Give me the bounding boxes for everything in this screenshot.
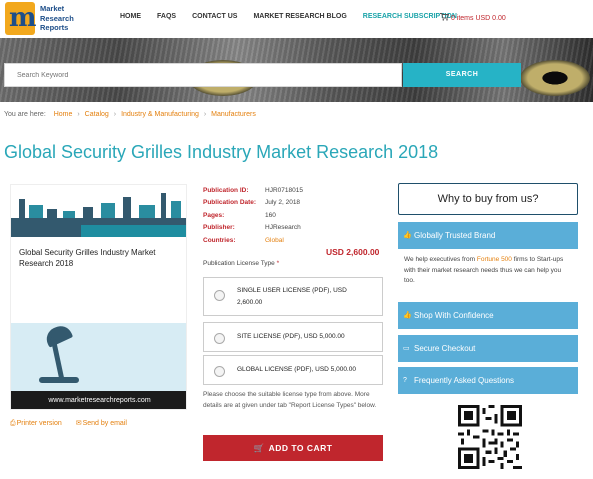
main-nav: HOME FAQS CONTACT US MARKET RESEARCH BLO… — [120, 13, 473, 20]
why-buy-heading: Why to buy from us? — [398, 183, 578, 215]
qr-code-icon — [458, 405, 522, 469]
license-option-global[interactable]: GLOBAL LICENSE (PDF), USD 5,000.00 — [203, 355, 383, 385]
breadcrumb-catalog[interactable]: Catalog — [85, 111, 109, 118]
cart-link[interactable]: 0 items USD 0.00 — [440, 13, 506, 22]
cart-summary: 0 items USD 0.00 — [450, 15, 506, 22]
image-links: ⎙Printer version ✉Send by email — [10, 419, 139, 428]
cover-title: Global Security Grilles Industry Market … — [19, 248, 156, 268]
logo-mark-icon: m — [5, 2, 37, 35]
nav-faqs[interactable]: FAQS — [157, 13, 176, 20]
nav-blog[interactable]: MARKET RESEARCH BLOG — [253, 13, 346, 20]
license-option-single[interactable]: SINGLE USER LICENSE (PDF), USD 2,600.00 — [203, 277, 383, 316]
search-button[interactable]: SEARCH — [403, 63, 521, 87]
publication-date: July 2, 2018 — [265, 199, 301, 207]
thumbs-up-icon: 👍 — [403, 312, 412, 319]
breadcrumb-prefix: You are here: — [4, 111, 46, 118]
cat-eye-right — [520, 60, 590, 96]
credit-card-icon: ▭ — [403, 345, 410, 352]
countries-link[interactable]: Global — [265, 235, 284, 247]
breadcrumb-industry[interactable]: Industry & Manufacturing — [121, 111, 199, 118]
email-icon: ✉ — [75, 420, 82, 427]
add-to-cart-button[interactable]: 🛒 ADD TO CART — [203, 435, 383, 461]
page-title: Global Security Grilles Industry Market … — [4, 142, 439, 162]
license-note: Please choose the suitable license type … — [203, 391, 377, 409]
question-icon: ? — [403, 377, 407, 384]
license-option-site[interactable]: SITE LICENSE (PDF), USD 5,000.00 — [203, 322, 383, 352]
license-type-label: Publication License Type * — [203, 260, 280, 267]
search-input[interactable] — [4, 63, 402, 87]
price: USD 2,600.00 — [326, 247, 380, 257]
pages-count: 160 — [265, 211, 276, 219]
publication-meta: Publication ID: HJR0718015 Publication Da… — [203, 185, 303, 247]
trusted-brand-text: We help executives from Fortune 500 firm… — [398, 249, 578, 302]
radio-site[interactable] — [214, 333, 225, 344]
site-logo[interactable]: m Market Research Reports — [5, 2, 75, 35]
top-bar: m Market Research Reports HOME FAQS CONT… — [0, 0, 593, 38]
nav-home[interactable]: HOME — [120, 13, 141, 20]
printer-icon: ⎙ — [10, 420, 16, 427]
secure-checkout-header[interactable]: ▭ Secure Checkout — [398, 335, 578, 362]
printer-version-link[interactable]: ⎙Printer version — [10, 420, 70, 427]
shop-confidence-header[interactable]: 👍 Shop With Confidence — [398, 302, 578, 329]
publisher: HJResearch — [265, 224, 301, 232]
breadcrumb: You are here: Home › Catalog › Industry … — [4, 111, 256, 118]
cover-url: www.marketresearchreports.com — [11, 391, 186, 409]
breadcrumb-manufacturers[interactable]: Manufacturers — [211, 111, 256, 118]
logo-text: Market Research Reports — [40, 4, 74, 32]
nav-contact[interactable]: CONTACT US — [192, 13, 237, 20]
cart-icon: 🛒 — [253, 443, 265, 453]
faq-header[interactable]: ? Frequently Asked Questions — [398, 367, 578, 394]
cart-icon — [440, 13, 450, 21]
report-cover-image: Global Security Grilles Industry Market … — [10, 184, 187, 410]
radio-global[interactable] — [214, 366, 225, 377]
radio-single-user[interactable] — [214, 290, 225, 301]
trusted-brand-header[interactable]: 👍 Globally Trusted Brand — [398, 222, 578, 249]
breadcrumb-home[interactable]: Home — [54, 111, 73, 118]
publication-id: HJR0718015 — [265, 187, 303, 194]
send-by-email-link[interactable]: ✉Send by email — [76, 420, 133, 427]
thumbs-up-icon: 👍 — [403, 232, 412, 239]
